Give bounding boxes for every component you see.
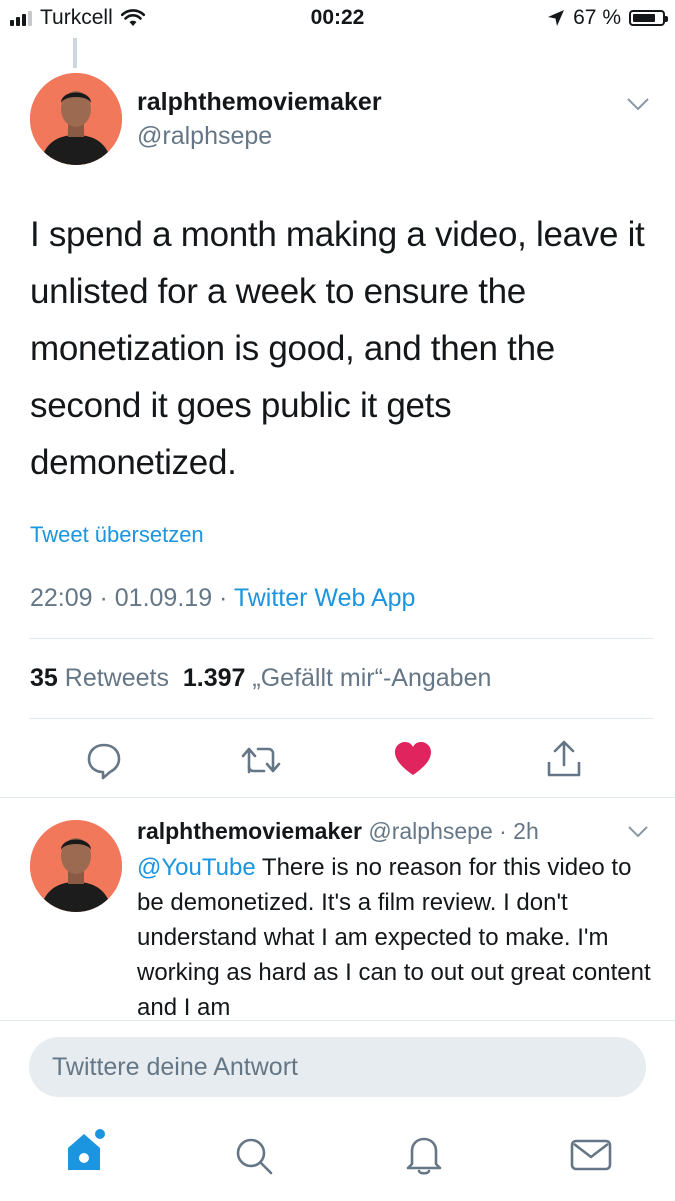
reply-header: ralphthemoviemaker @ralphsepe · 2h — [137, 818, 539, 845]
author-handle[interactable]: @ralphsepe — [137, 122, 272, 151]
location-arrow-icon — [548, 10, 565, 26]
tweet-actions — [0, 738, 675, 782]
retweets-label[interactable]: Retweets — [65, 664, 169, 692]
tweet-meta: 22:09 · 01.09.19 · Twitter Web App — [30, 584, 415, 613]
retweet-icon[interactable] — [240, 742, 282, 778]
thread-connector — [73, 38, 77, 68]
chevron-down-icon[interactable] — [626, 96, 650, 112]
reply-text: @YouTube There is no reason for this vid… — [137, 850, 657, 1025]
tweet-source-link[interactable]: Twitter Web App — [234, 584, 416, 612]
home-icon[interactable] — [64, 1126, 108, 1176]
translate-tweet-link[interactable]: Tweet übersetzen — [30, 522, 204, 548]
share-icon[interactable] — [546, 739, 582, 779]
divider — [30, 638, 653, 639]
compose-placeholder: Twittere deine Antwort — [52, 1053, 298, 1081]
avatar[interactable] — [30, 73, 122, 165]
tweet-text: I spend a month making a video, leave it… — [30, 215, 645, 482]
likes-count[interactable]: 1.397 — [183, 664, 246, 692]
chevron-down-icon[interactable] — [627, 824, 649, 838]
status-bar: Turkcell 00:22 67 % — [0, 0, 675, 38]
reply-compose-input[interactable]: Twittere deine Antwort — [29, 1037, 646, 1097]
battery-percent: 67 % — [573, 6, 621, 29]
tweet-stats: 35 Retweets 1.397 „Gefällt mir“-Angaben — [30, 664, 491, 693]
battery-info: 67 % — [547, 6, 668, 30]
notifications-icon[interactable] — [404, 1134, 444, 1176]
profile-photo — [30, 820, 122, 912]
like-icon[interactable] — [394, 742, 432, 776]
battery-icon — [629, 10, 668, 26]
reply-author-handle[interactable]: @ralphsepe · 2h — [368, 818, 538, 844]
search-icon[interactable] — [234, 1136, 274, 1176]
reply-icon[interactable] — [84, 740, 124, 780]
tweet-timestamp: 22:09 · 01.09.19 · — [30, 584, 234, 612]
profile-photo — [30, 73, 122, 165]
reply-author-name[interactable]: ralphthemoviemaker — [137, 818, 362, 844]
reply-avatar[interactable] — [30, 820, 122, 912]
likes-label[interactable]: „Gefällt mir“-Angaben — [252, 664, 491, 692]
messages-icon[interactable] — [570, 1138, 612, 1172]
retweets-count[interactable]: 35 — [30, 664, 58, 692]
author-name[interactable]: ralphthemoviemaker — [137, 88, 382, 117]
divider — [0, 797, 675, 798]
divider — [30, 718, 653, 719]
reply-mention-link[interactable]: @YouTube — [137, 854, 256, 881]
